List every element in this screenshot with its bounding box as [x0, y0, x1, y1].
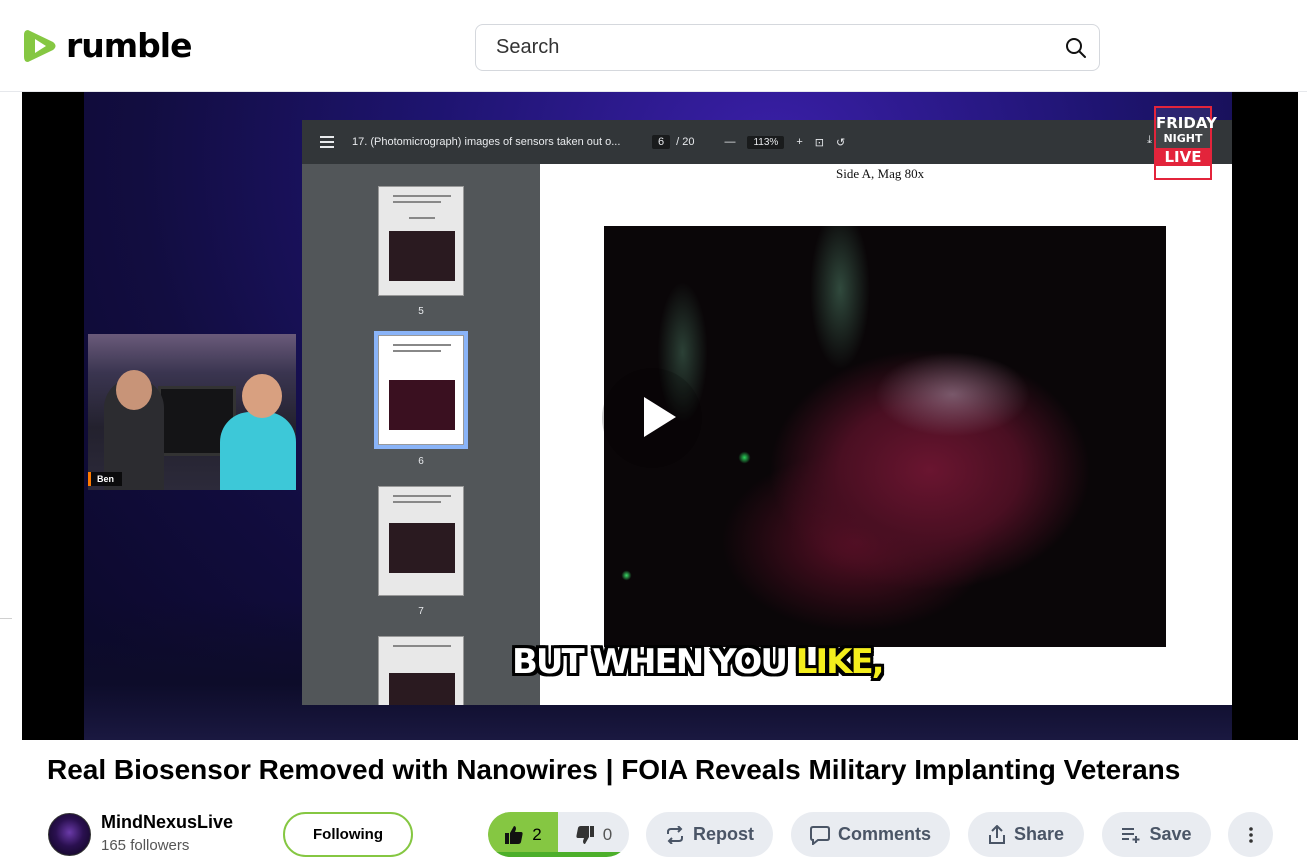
comments-button[interactable]: Comments	[791, 812, 950, 857]
pdf-zoom-level: 113%	[747, 135, 785, 149]
video-player[interactable]: 17. (Photomicrograph) images of sensors …	[22, 92, 1298, 740]
page-divider	[0, 618, 12, 619]
pdf-total-pages: / 20	[676, 136, 695, 148]
share-button[interactable]: Share	[968, 812, 1084, 857]
play-icon	[644, 397, 676, 437]
caption-highlight: LIKE,	[795, 642, 885, 682]
more-options-button[interactable]	[1228, 812, 1273, 857]
like-ratio-bar	[488, 852, 629, 857]
logo-wordmark: rumble	[66, 26, 192, 65]
rotate-icon: ↺	[835, 136, 846, 149]
friday-night-live-logo: FRIDAY NIGHT LIVE	[1154, 106, 1217, 180]
rumble-play-logo-icon	[24, 30, 56, 62]
thumbnail-page-number: 6	[418, 456, 424, 467]
pdf-current-page: 6	[652, 135, 671, 149]
zoom-out-icon: —	[724, 136, 736, 148]
pdf-thumbnail-sidebar: 5 6 7	[302, 164, 540, 705]
repost-icon	[666, 825, 683, 844]
video-title: Real Biosensor Removed with Nanowires | …	[47, 754, 1181, 785]
caption-text: BUT WHEN YOU	[512, 642, 796, 682]
pdf-document-title: 17. (Photomicrograph) images of sensors …	[352, 136, 621, 148]
host-right	[220, 412, 296, 490]
burned-in-caption: BUT WHEN YOU LIKE,	[512, 642, 885, 682]
channel-avatar[interactable]	[48, 813, 91, 856]
comments-label: Comments	[837, 824, 931, 844]
pdf-toolbar: 17. (Photomicrograph) images of sensors …	[302, 120, 1232, 164]
site-header: rumble	[0, 0, 1307, 92]
pdf-zoom-controls: — 113% + ⊡ ↺	[724, 135, 846, 149]
page-caption: Side A, Mag 80x	[836, 166, 925, 181]
logo-line-1: FRIDAY	[1156, 114, 1217, 132]
logo-line-2: NIGHT	[1163, 132, 1203, 145]
search-icon[interactable]	[1065, 37, 1087, 59]
thumbs-down-icon	[576, 825, 594, 844]
hamburger-menu-icon	[320, 136, 334, 148]
like-count: 2	[532, 824, 542, 844]
playlist-add-icon	[1122, 827, 1140, 843]
rumble-logo[interactable]: rumble	[22, 26, 192, 66]
share-icon	[988, 824, 1005, 844]
play-button[interactable]	[602, 368, 702, 468]
host-right-head	[242, 374, 282, 418]
search-box	[475, 24, 1100, 71]
pdf-page-indicator: 6 / 20	[652, 135, 694, 149]
like-button[interactable]: 2	[488, 812, 558, 857]
thumbs-up-icon	[505, 825, 523, 844]
logo-line-3: LIVE	[1156, 148, 1210, 166]
host-left-head	[116, 370, 152, 410]
webcam-inset: Ben	[88, 334, 296, 490]
following-button[interactable]: Following	[283, 812, 413, 857]
pdf-viewer: 17. (Photomicrograph) images of sensors …	[302, 120, 1232, 705]
thumbnail-page-number: 7	[418, 606, 424, 617]
save-button[interactable]: Save	[1102, 812, 1211, 857]
save-label: Save	[1149, 824, 1192, 844]
download-icon: ⤓	[1147, 134, 1152, 146]
comment-icon	[809, 825, 830, 845]
pdf-thumbnail	[378, 486, 464, 596]
share-label: Share	[1013, 824, 1065, 844]
dislike-count: 0	[602, 824, 613, 844]
camera-name-tag: Ben	[88, 472, 123, 486]
repost-button[interactable]: Repost	[646, 812, 773, 857]
pdf-thumbnail	[378, 186, 464, 296]
fit-page-icon: ⊡	[814, 136, 824, 149]
search-input[interactable]	[496, 25, 1036, 70]
dislike-button[interactable]: 0	[558, 812, 629, 857]
channel-name[interactable]: MindNexusLive	[101, 812, 233, 833]
more-vertical-icon	[1248, 826, 1253, 843]
pdf-thumbnail-selected	[374, 331, 468, 449]
repost-label: Repost	[692, 824, 754, 844]
pdf-thumbnail	[378, 636, 464, 705]
follower-count: 165 followers	[101, 837, 190, 854]
thumbnail-page-number: 5	[418, 306, 424, 317]
zoom-in-icon: +	[796, 136, 803, 148]
vote-control: 2 0	[488, 812, 629, 857]
